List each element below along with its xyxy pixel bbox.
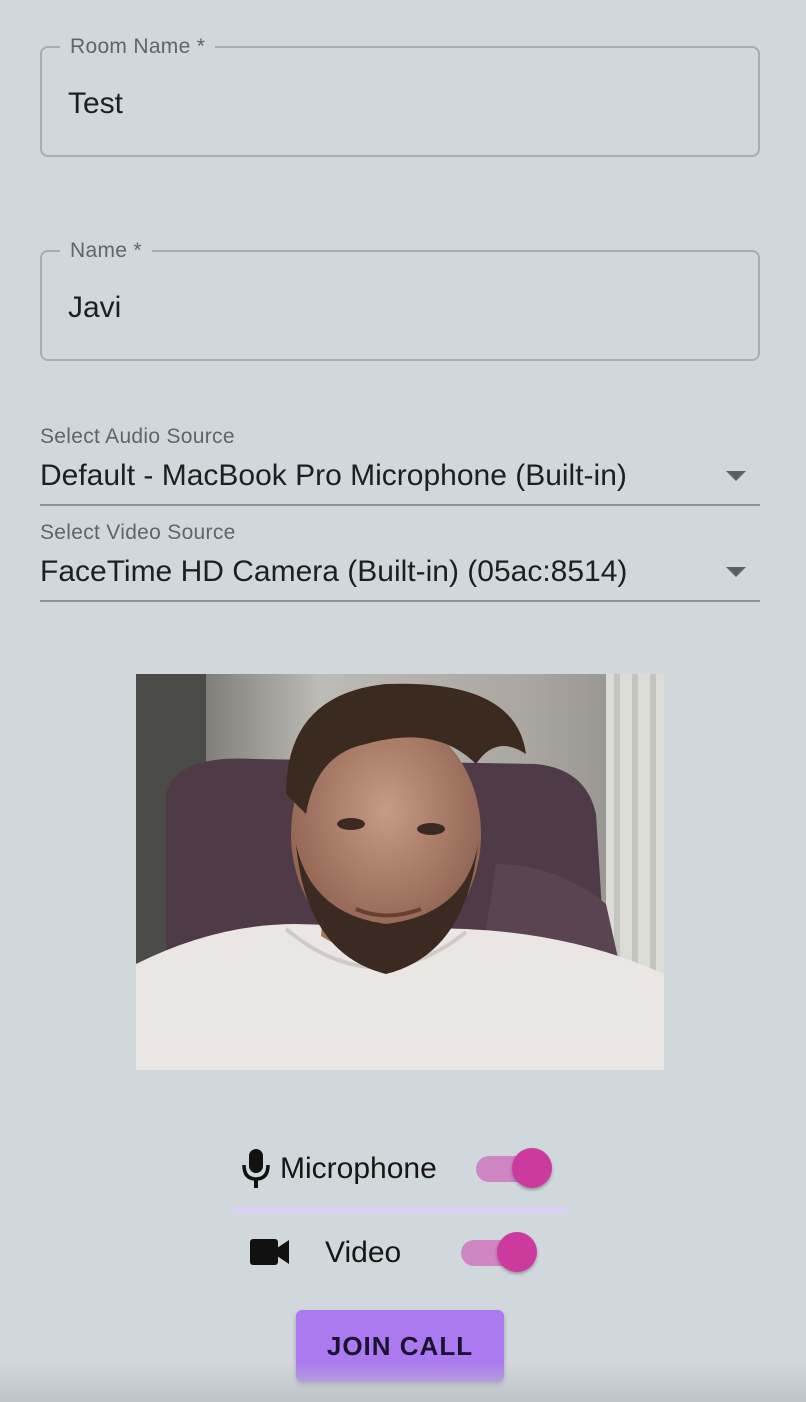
video-source-value[interactable]: FaceTime HD Camera (Built-in) (05ac:8514…: [40, 554, 627, 590]
microphone-icon: [240, 1147, 272, 1194]
video-switch-thumb[interactable]: [497, 1232, 537, 1272]
chevron-down-icon[interactable]: [726, 471, 746, 481]
videocam-icon: [250, 1239, 290, 1270]
join-call-button[interactable]: JOIN CALL: [296, 1310, 504, 1382]
video-switch[interactable]: [461, 1229, 537, 1275]
audio-select-underline: [40, 504, 760, 506]
audio-source-value[interactable]: Default - MacBook Pro Microphone (Built-…: [40, 458, 627, 494]
microphone-switch[interactable]: [476, 1145, 552, 1191]
room-name-value[interactable]: Test: [68, 86, 123, 122]
video-toggle-row: Video: [250, 1229, 550, 1277]
camera-preview: [136, 674, 664, 1070]
video-label: Video: [325, 1236, 402, 1269]
name-value[interactable]: Javi: [68, 290, 121, 326]
audio-source-select[interactable]: Select Audio Source Default - MacBook Pr…: [40, 424, 760, 510]
video-source-label: Select Video Source: [40, 521, 236, 544]
microphone-level-bar: [231, 1207, 569, 1213]
name-label: Name *: [60, 238, 152, 264]
room-name-label: Room Name *: [60, 34, 216, 60]
video-select-underline: [40, 600, 760, 602]
microphone-switch-thumb[interactable]: [512, 1148, 552, 1188]
video-source-select[interactable]: Select Video Source FaceTime HD Camera (…: [40, 520, 760, 606]
microphone-label: Microphone: [280, 1152, 437, 1185]
chevron-down-icon[interactable]: [726, 567, 746, 577]
audio-source-label: Select Audio Source: [40, 425, 235, 448]
room-name-field[interactable]: Room Name * Test: [40, 34, 760, 157]
name-field[interactable]: Name * Javi: [40, 238, 760, 361]
join-call-page: { "room_field": { "label": "Room Name *"…: [0, 0, 806, 1402]
microphone-toggle-row: Microphone: [240, 1145, 580, 1193]
